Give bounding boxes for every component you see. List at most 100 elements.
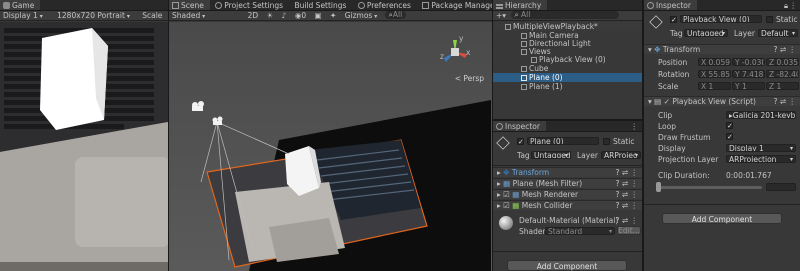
loop-label: Loop [658, 122, 676, 131]
scale-x-field[interactable]: X 1 [698, 82, 731, 90]
rotation-z-field[interactable]: Z -82.40 [766, 70, 799, 78]
component-actions-icon[interactable]: ? ⇌ ⋮ [615, 168, 638, 178]
tab-game[interactable]: Game [0, 0, 41, 10]
tab-menu-icon[interactable]: ⋮ [631, 121, 639, 131]
component-actions-icon[interactable]: ? ⇌ ⋮ [615, 190, 638, 200]
clip-time-field[interactable] [766, 183, 796, 191]
component-actions-icon[interactable]: ? ⇌ ⋮ [773, 45, 796, 55]
display-dropdown[interactable]: Display 1 [0, 11, 46, 20]
enabled-check-icon[interactable]: ☑ [503, 190, 510, 199]
unity-scene-icon [505, 24, 511, 30]
hidden-objects-button[interactable]: ◉0 [292, 11, 309, 20]
gameobject-icon [531, 57, 537, 63]
tab-package-manager[interactable]: Package Manager [419, 0, 492, 10]
draw-frustum-checkbox[interactable]: ✓ [726, 133, 733, 141]
axis-z-label: z [440, 52, 444, 61]
scale-z-field[interactable]: Z 1 [766, 82, 799, 90]
cube-object-icon [649, 15, 663, 29]
position-z-field[interactable]: Z 0.0352 [766, 58, 799, 66]
axis-gizmo[interactable]: y z x [440, 34, 471, 72]
clip-duration-label: Clip Duration: [658, 171, 710, 180]
component-mesh-renderer[interactable]: ▸ ☑ ▦ Mesh Renderer? ⇌ ⋮ [493, 189, 642, 199]
rotation-y-field[interactable]: Y 7.418 [732, 70, 765, 78]
component-actions-icon[interactable]: ? ⇌ ⋮ [615, 179, 638, 189]
gamepad-icon [3, 2, 10, 9]
audio-icon[interactable]: ♪ [279, 11, 290, 20]
static-checkbox[interactable] [766, 16, 773, 23]
effects-icon[interactable]: ✦ [327, 11, 339, 20]
enabled-check-icon[interactable]: ☑ [503, 201, 510, 210]
mesh-collider-icon: ▦ [512, 201, 520, 210]
separator [493, 251, 642, 252]
scale-label: Scale [658, 82, 679, 91]
tab-menu-icon[interactable]: ⋮ [790, 0, 798, 10]
display-dropdown[interactable]: Display 1 [726, 144, 796, 152]
game-view[interactable] [0, 22, 168, 271]
projection-layer-dropdown[interactable]: ARProjection [726, 155, 796, 163]
shading-mode-dropdown[interactable]: Shaded [169, 11, 208, 20]
scale-y-field[interactable]: Y 1 [732, 82, 765, 90]
static-label: Static [613, 137, 635, 146]
hierarchy-search-field[interactable]: ⌕ All [511, 11, 620, 19]
lock-icon[interactable]: 🔒︎ [784, 0, 788, 10]
object-name-field[interactable]: Playback View (0) [680, 15, 762, 23]
enabled-check-icon[interactable]: ✓ [664, 97, 670, 106]
axis-x-label: x [466, 48, 471, 57]
position-y-field[interactable]: Y -0.030 [732, 58, 765, 66]
component-mesh-collider[interactable]: ▸ ☑ ▦ Mesh Collider? ⇌ ⋮ [493, 200, 642, 210]
add-component-button[interactable]: Add Component [662, 213, 782, 224]
inspector-right-tab-bar: Inspector 🔒︎ ⋮ [644, 0, 800, 11]
clip-time-slider-thumb[interactable] [656, 182, 661, 192]
tag-dropdown[interactable]: Untagged [531, 151, 571, 159]
component-transform[interactable]: ▸ ✥ Transform? ⇌ ⋮ [493, 167, 642, 177]
scale-label: Scale [142, 11, 163, 20]
position-x-field[interactable]: X 0.0591 [698, 58, 731, 66]
tab-build-settings[interactable]: Build Settings [291, 0, 352, 10]
material-name: Default-Material (Material) [519, 216, 619, 225]
tab-preferences[interactable]: Preferences [355, 0, 417, 10]
component-actions-icon[interactable]: ? ⇌ ⋮ [615, 201, 638, 211]
hierarchy-item-scene[interactable]: MultipleViewPlayback* [493, 22, 642, 31]
hierarchy-item-plane-1[interactable]: Plane (1) [493, 82, 642, 91]
toggle-2d-button[interactable]: 2D [245, 11, 262, 20]
rotation-x-field[interactable]: X 55.856 [698, 70, 731, 78]
camera-settings-icon[interactable]: ▣ [312, 11, 325, 20]
lighting-icon[interactable]: ☀ [264, 11, 277, 20]
persp-label[interactable]: < Persp [455, 74, 484, 83]
active-checkbox[interactable]: ✓ [670, 16, 677, 24]
hierarchy-panel: Hierarchy +▾ ⌕ All MultipleViewPlayback*… [493, 0, 643, 120]
tab-inspector-right[interactable]: Inspector [644, 0, 697, 10]
static-checkbox[interactable] [603, 138, 610, 145]
tab-hierarchy[interactable]: Hierarchy [493, 0, 548, 10]
clip-object-field[interactable]: ▸Galicia 201-keyb [726, 111, 796, 119]
tab-inspector-bottom[interactable]: Inspector [493, 121, 546, 131]
loop-checkbox[interactable]: ✓ [726, 122, 733, 130]
gameobject-icon [521, 75, 527, 81]
tab-project-settings[interactable]: Project Settings [212, 0, 289, 10]
clip-time-slider[interactable] [658, 186, 762, 189]
object-name-field[interactable]: Plane (0) [527, 137, 599, 145]
layer-dropdown[interactable]: ARProjec [601, 151, 641, 159]
tab-scene[interactable]: Scene [169, 0, 210, 10]
hierarchy-item-cube[interactable]: Cube [493, 64, 642, 73]
layer-dropdown[interactable]: Default [758, 29, 798, 37]
transform-header[interactable]: ▾ ✥ Transform? ⇌ ⋮ [644, 44, 800, 54]
add-component-button[interactable]: Add Component [507, 260, 627, 271]
resolution-dropdown[interactable]: 1280x720 Portrait [54, 11, 133, 20]
clip-label: Clip [658, 111, 673, 120]
shader-dropdown[interactable]: Standard [545, 227, 615, 235]
tag-label: Tag [670, 29, 683, 38]
component-mesh-filter[interactable]: ▸ ▦ Plane (Mesh Filter)? ⇌ ⋮ [493, 178, 642, 188]
shader-edit-button[interactable]: Edit... [617, 226, 641, 235]
active-checkbox[interactable]: ✓ [517, 138, 524, 146]
tag-dropdown[interactable]: Untagged [684, 29, 728, 37]
create-plus-button[interactable]: +▾ [493, 11, 509, 20]
component-actions-icon[interactable]: ? ⇌ ⋮ [773, 97, 796, 107]
playback-view-script-header[interactable]: ▾ ▤ ✓ Playback View (Script)? ⇌ ⋮ [644, 96, 800, 106]
hierarchy-item-playback-view[interactable]: Playback View (0) [493, 55, 642, 64]
hierarchy-item-plane-0[interactable]: Plane (0) [493, 73, 642, 82]
material-actions-icon[interactable]: ? ⇌ ⋮ [615, 216, 638, 225]
scene-search-field[interactable]: ⌕All [384, 11, 407, 19]
gizmos-dropdown[interactable]: Gizmos [342, 11, 381, 20]
scene-viewport[interactable]: y z x < Persp [169, 22, 492, 271]
